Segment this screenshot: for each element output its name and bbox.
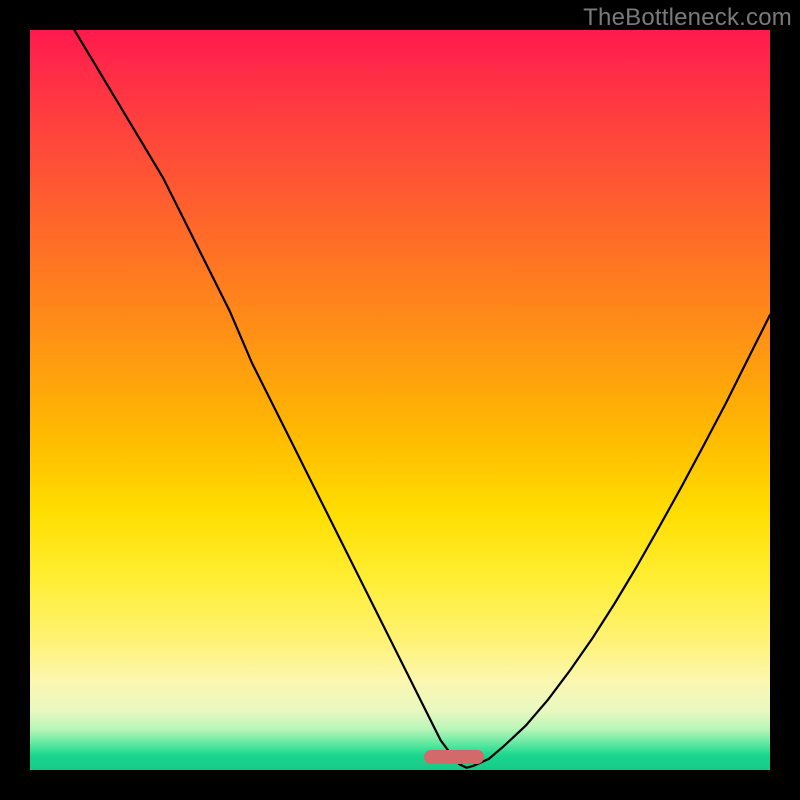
optimal-range-marker [424,750,484,764]
chart-frame: TheBottleneck.com [0,0,800,800]
watermark-text: TheBottleneck.com [583,4,792,32]
plot-area [30,30,770,770]
curve-right-branch [467,315,770,768]
curve-left-branch [74,30,466,768]
bottleneck-curve [30,30,770,770]
